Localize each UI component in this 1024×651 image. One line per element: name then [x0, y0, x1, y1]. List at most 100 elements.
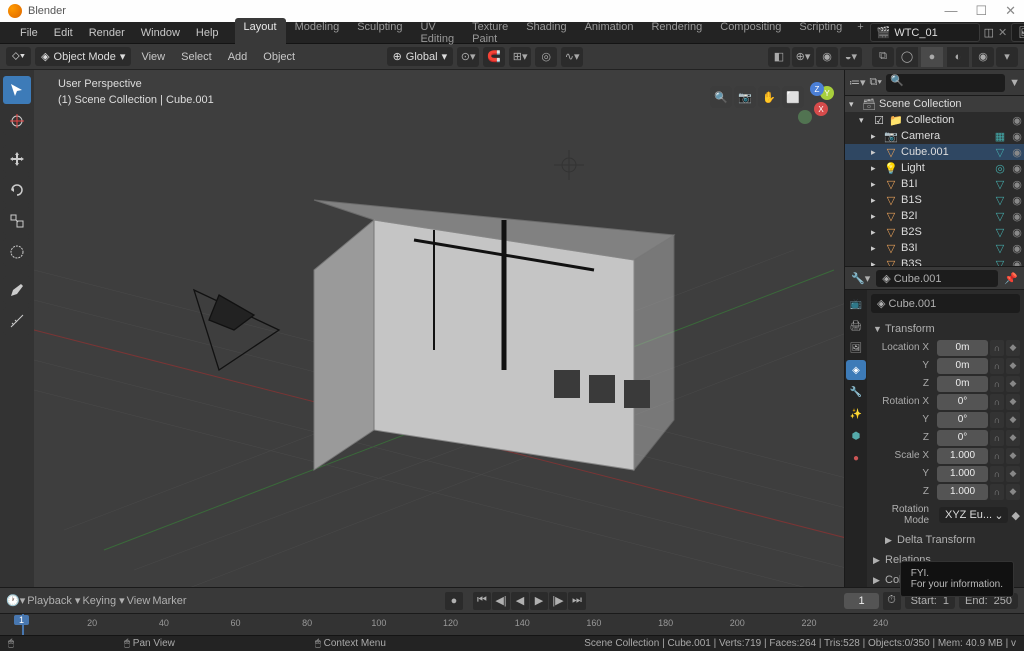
- outliner-tree[interactable]: ▾🗃Scene Collection ▾☑📁Collection◉ ▸📷Came…: [845, 96, 1024, 266]
- outliner-item-b1s[interactable]: ▸▽B1S▽◉: [845, 192, 1024, 208]
- tab-uv-editing[interactable]: UV Editing: [411, 18, 463, 48]
- tab-texture-paint[interactable]: Texture Paint: [463, 18, 517, 48]
- scale-x[interactable]: 1.000: [937, 448, 988, 464]
- gizmo-dropdown[interactable]: ⊕▾: [792, 47, 814, 67]
- shading-preview[interactable]: ◐: [947, 47, 969, 67]
- transform-panel-header[interactable]: Transform: [871, 319, 1020, 339]
- location-y[interactable]: 0m: [937, 358, 988, 374]
- rotation-y[interactable]: 0°: [937, 412, 988, 428]
- outliner-item-b2s[interactable]: ▸▽B2S▽◉: [845, 224, 1024, 240]
- properties-crumb[interactable]: ◈ Cube.001: [876, 270, 998, 287]
- add-menu[interactable]: Add: [222, 48, 254, 66]
- shading-wireframe[interactable]: ◯: [896, 47, 918, 67]
- hand-nav-icon[interactable]: ✋: [758, 86, 780, 108]
- snap-toggle[interactable]: 🧲: [483, 47, 505, 67]
- menu-help[interactable]: Help: [188, 24, 227, 42]
- properties-editor-icon[interactable]: 🔧▾: [851, 272, 870, 285]
- mode-dropdown[interactable]: ◈ Object Mode ▾: [35, 47, 131, 66]
- annotate-tool[interactable]: [3, 276, 31, 304]
- scene-field[interactable]: 🎬 WTC_01: [870, 23, 980, 42]
- menu-window[interactable]: Window: [133, 24, 188, 42]
- show-overlays-toggle[interactable]: ◉: [816, 47, 838, 67]
- ptab-output[interactable]: 🖨: [846, 316, 866, 336]
- scale-tool[interactable]: [3, 207, 31, 235]
- view-menu[interactable]: View: [135, 48, 171, 66]
- select-menu[interactable]: Select: [175, 48, 218, 66]
- ptab-particles[interactable]: ✨: [846, 404, 866, 424]
- snap-dropdown[interactable]: ⊞▾: [509, 47, 531, 67]
- playback-menu[interactable]: Playback ▾: [27, 594, 80, 607]
- editor-type-dropdown[interactable]: ⬦▾: [6, 47, 31, 66]
- menu-edit[interactable]: Edit: [46, 24, 81, 42]
- view-layer-field[interactable]: 🖼 View Layer: [1011, 23, 1024, 42]
- timeline-editor-icon[interactable]: 🕐▾: [6, 594, 25, 607]
- outliner-editor-icon[interactable]: ≔▾: [849, 76, 866, 89]
- keying-menu[interactable]: Keying ▾: [82, 594, 124, 607]
- playhead[interactable]: 1: [22, 614, 24, 635]
- tab-sculpting[interactable]: Sculpting: [348, 18, 411, 48]
- outliner-item-camera[interactable]: ▸📷Camera▦◉: [845, 128, 1024, 144]
- pin-icon[interactable]: 📌: [1004, 272, 1018, 285]
- close-button[interactable]: ✕: [1005, 3, 1016, 19]
- delta-transform-header[interactable]: Delta Transform: [871, 530, 1020, 550]
- tab-shading[interactable]: Shading: [517, 18, 575, 48]
- tab-rendering[interactable]: Rendering: [642, 18, 711, 48]
- timeline-track[interactable]: 1 20 40 60 80 100 120 140 160 180 200 22…: [0, 613, 1024, 635]
- outliner-item-cube001[interactable]: ▸▽Cube.001▽◉: [845, 144, 1024, 160]
- shading-options[interactable]: ▾: [996, 47, 1018, 67]
- outliner-display-mode[interactable]: ⧉▾: [870, 76, 882, 89]
- outliner-item-light[interactable]: ▸💡Light◎◉: [845, 160, 1024, 176]
- ptab-render[interactable]: 📺: [846, 294, 866, 314]
- minimize-button[interactable]: —: [944, 3, 957, 19]
- outliner-item-b2i[interactable]: ▸▽B2I▽◉: [845, 208, 1024, 224]
- orientation-gizmo[interactable]: Y Z X: [796, 82, 838, 124]
- auto-keying-toggle[interactable]: ●: [445, 592, 463, 610]
- xray-toggle[interactable]: ⧉: [872, 47, 894, 67]
- tab-animation[interactable]: Animation: [576, 18, 643, 48]
- outliner-filter-icon[interactable]: ▼: [1009, 77, 1020, 89]
- object-name-field[interactable]: ◈ Cube.001: [871, 294, 1020, 313]
- object-menu[interactable]: Object: [257, 48, 301, 66]
- move-tool[interactable]: [3, 145, 31, 173]
- rotation-x[interactable]: 0°: [937, 394, 988, 410]
- proportional-dropdown[interactable]: ∿▾: [561, 47, 583, 67]
- ptab-material[interactable]: ●: [846, 448, 866, 468]
- select-tool[interactable]: [3, 76, 31, 104]
- jump-start-button[interactable]: ⏮: [473, 592, 491, 610]
- shading-solid[interactable]: ●: [921, 47, 943, 67]
- rotation-mode-dropdown[interactable]: XYZ Eu...: [939, 507, 1008, 523]
- keyframe-prev-button[interactable]: ◀|: [492, 592, 510, 610]
- camera-nav-icon[interactable]: 📷: [734, 86, 756, 108]
- marker-menu[interactable]: Marker: [152, 595, 186, 607]
- transform-tool[interactable]: [3, 238, 31, 266]
- properties-panel[interactable]: ◈ Cube.001 Transform Location X0m∩◆ Y0m∩…: [867, 290, 1024, 587]
- measure-tool[interactable]: [3, 307, 31, 335]
- scene-close-icon[interactable]: ✕: [998, 26, 1007, 39]
- outliner-collection[interactable]: ▾☑📁Collection◉: [845, 112, 1024, 128]
- jump-end-button[interactable]: ⏭: [568, 592, 586, 610]
- tab-scripting[interactable]: Scripting: [790, 18, 851, 48]
- ptab-modifiers[interactable]: 🔧: [846, 382, 866, 402]
- ptab-physics[interactable]: ⬢: [846, 426, 866, 446]
- timeline-view-menu[interactable]: View: [127, 595, 151, 607]
- tab-modeling[interactable]: Modeling: [286, 18, 349, 48]
- location-x[interactable]: 0m: [937, 340, 988, 356]
- menu-render[interactable]: Render: [81, 24, 133, 42]
- ptab-object[interactable]: ◈: [846, 360, 866, 380]
- pivot-dropdown[interactable]: ⊙▾: [457, 47, 479, 67]
- tab-layout[interactable]: Layout: [235, 18, 286, 48]
- location-z[interactable]: 0m: [937, 376, 988, 392]
- outliner-item-b1i[interactable]: ▸▽B1I▽◉: [845, 176, 1024, 192]
- zoom-nav-icon[interactable]: 🔍: [710, 86, 732, 108]
- scale-z[interactable]: 1.000: [937, 484, 988, 500]
- tab-compositing[interactable]: Compositing: [711, 18, 790, 48]
- maximize-button[interactable]: ☐: [975, 3, 987, 19]
- play-button[interactable]: ▶: [530, 592, 548, 610]
- ptab-view[interactable]: 🖼: [846, 338, 866, 358]
- orientation-dropdown[interactable]: ⊕ Global ▾: [387, 47, 454, 66]
- menu-file[interactable]: File: [12, 24, 46, 42]
- scale-y[interactable]: 1.000: [937, 466, 988, 482]
- proportional-toggle[interactable]: ◎: [535, 47, 557, 67]
- show-gizmo-toggle[interactable]: ◧: [768, 47, 790, 67]
- outliner-item-b3s[interactable]: ▸▽B3S▽◉: [845, 256, 1024, 266]
